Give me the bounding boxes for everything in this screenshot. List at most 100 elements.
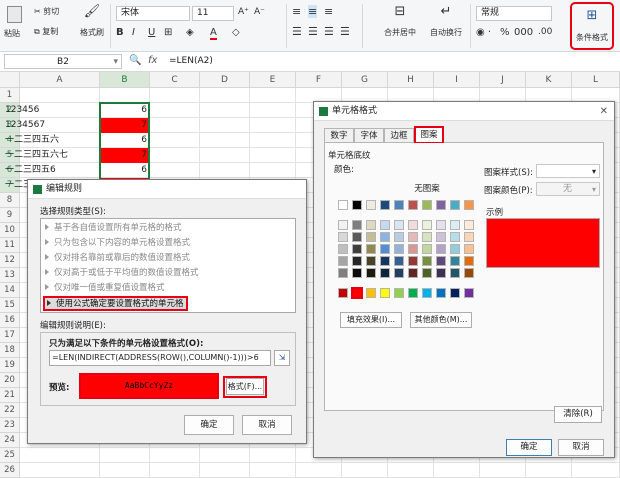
color-swatch[interactable] [422,232,432,242]
align-center-icon[interactable]: ☰ [308,25,318,38]
color-swatch[interactable] [436,220,446,230]
column-header[interactable]: K [526,72,572,88]
color-swatch[interactable] [436,232,446,242]
paste-button[interactable]: 粘贴 [4,4,26,48]
color-swatch[interactable] [436,256,446,266]
color-swatch[interactable] [464,220,474,230]
clear-button[interactable]: 清除(R) [554,406,602,423]
row-header[interactable]: 22 [0,403,20,418]
color-swatch[interactable] [464,232,474,242]
tab-font[interactable]: 字体 [354,128,384,143]
color-swatch[interactable] [422,268,432,278]
column-header[interactable]: I [434,72,480,88]
row-header[interactable]: 23 [0,418,20,433]
color-swatch[interactable] [436,244,446,254]
color-swatch[interactable] [394,220,404,230]
color-swatch[interactable] [366,256,376,266]
color-swatch[interactable] [408,220,418,230]
color-swatch[interactable] [464,256,474,266]
cell-a[interactable]: 一二三四五六 [5,133,59,148]
bold-button[interactable]: B [116,27,124,38]
color-swatch[interactable] [464,288,474,298]
rule-formula-input[interactable]: =LEN(INDIRECT(ADDRESS(ROW(),COLUMN()-1))… [49,350,271,366]
font-color-icon[interactable]: A [210,27,217,40]
rule-type-item[interactable]: 仅对高于或低于平均值的数值设置格式 [45,266,199,281]
row-header[interactable]: 11 [0,238,20,253]
row-header[interactable]: 24 [0,433,20,448]
rule-type-item[interactable]: 仅对排名靠前或靠后的数值设置格式 [45,251,190,266]
close-icon[interactable]: ✕ [600,102,608,121]
color-swatch[interactable] [338,244,348,254]
align-top-icon[interactable]: ≡ [292,5,301,18]
color-swatch[interactable] [394,232,404,242]
formula-input[interactable]: =LEN(A2) [165,54,617,69]
color-swatch[interactable] [422,256,432,266]
row-header[interactable]: 18 [0,343,20,358]
tab-pattern[interactable]: 图案 [414,126,444,144]
select-all-corner[interactable] [0,72,20,88]
color-swatch[interactable] [450,256,460,266]
cut-button[interactable]: ✂ 剪切 [34,6,59,17]
font-name-select[interactable]: 宋体 [116,6,190,21]
justify-icon[interactable]: ☰ [340,25,350,38]
color-swatch[interactable] [408,268,418,278]
color-swatch[interactable] [380,244,390,254]
ok-button[interactable]: 确定 [506,439,552,456]
color-swatch[interactable] [366,288,376,298]
cancel-button[interactable]: 取消 [242,415,292,435]
color-swatch[interactable] [352,200,362,210]
cancel-button[interactable]: 取消 [558,439,604,456]
merge-center-button[interactable]: ⊟ 合并居中 [378,4,422,38]
grow-font-icon[interactable]: A⁺ [238,7,249,17]
column-header[interactable]: B [100,72,150,88]
color-swatch[interactable] [464,200,474,210]
color-swatch[interactable] [338,256,348,266]
thousands-icon[interactable]: 000 [514,27,533,38]
conditional-format-button[interactable]: ⊞ 条件格式 [570,2,614,50]
color-swatch[interactable] [436,200,446,210]
pattern-color-select[interactable]: 无 ▾ [536,182,600,196]
color-swatch[interactable] [352,244,362,254]
column-header[interactable]: A [20,72,100,88]
color-swatch[interactable] [422,220,432,230]
rule-type-item[interactable]: 仅对唯一值或重复值设置格式 [45,281,165,296]
column-header[interactable]: C [150,72,200,88]
clear-format-icon[interactable]: ◇ [232,27,240,38]
row-header[interactable]: 10 [0,223,20,238]
color-swatch[interactable] [408,200,418,210]
name-box[interactable]: B2 ▾ [4,54,122,69]
color-swatch[interactable] [450,232,460,242]
color-swatch[interactable] [352,232,362,242]
color-swatch[interactable] [366,232,376,242]
copy-button[interactable]: ⧉ 复制 [34,26,58,37]
cell-a[interactable]: 一二三四五六七 [5,148,68,163]
color-swatch[interactable] [450,220,460,230]
color-swatch[interactable] [366,220,376,230]
fill-color-icon[interactable]: ◈ [186,27,194,38]
color-swatch[interactable] [408,244,418,254]
row-header[interactable]: 20 [0,373,20,388]
percent-icon[interactable]: % [500,27,510,38]
rule-type-item-selected[interactable]: 使用公式确定要设置格式的单元格 [43,296,188,311]
column-header[interactable]: D [200,72,250,88]
shrink-font-icon[interactable]: A⁻ [254,7,265,17]
row-header[interactable]: 25 [0,448,20,463]
color-swatch[interactable] [352,256,362,266]
color-swatch[interactable] [380,268,390,278]
color-swatch[interactable] [380,256,390,266]
color-swatch[interactable] [394,256,404,266]
row-header[interactable]: 21 [0,388,20,403]
color-swatch[interactable] [394,200,404,210]
row-header[interactable]: 1 [0,88,20,103]
color-swatch[interactable] [408,256,418,266]
color-swatch[interactable] [380,200,390,210]
color-swatch[interactable] [436,288,446,298]
align-left-icon[interactable]: ☰ [292,25,302,38]
color-swatch[interactable] [450,288,460,298]
color-swatch[interactable] [352,268,362,278]
color-swatch[interactable] [450,244,460,254]
color-swatch[interactable] [366,200,376,210]
format-button[interactable]: 格式(F)... [226,378,264,395]
color-swatch[interactable] [352,220,362,230]
decimal-icon[interactable]: .00 [538,27,552,37]
